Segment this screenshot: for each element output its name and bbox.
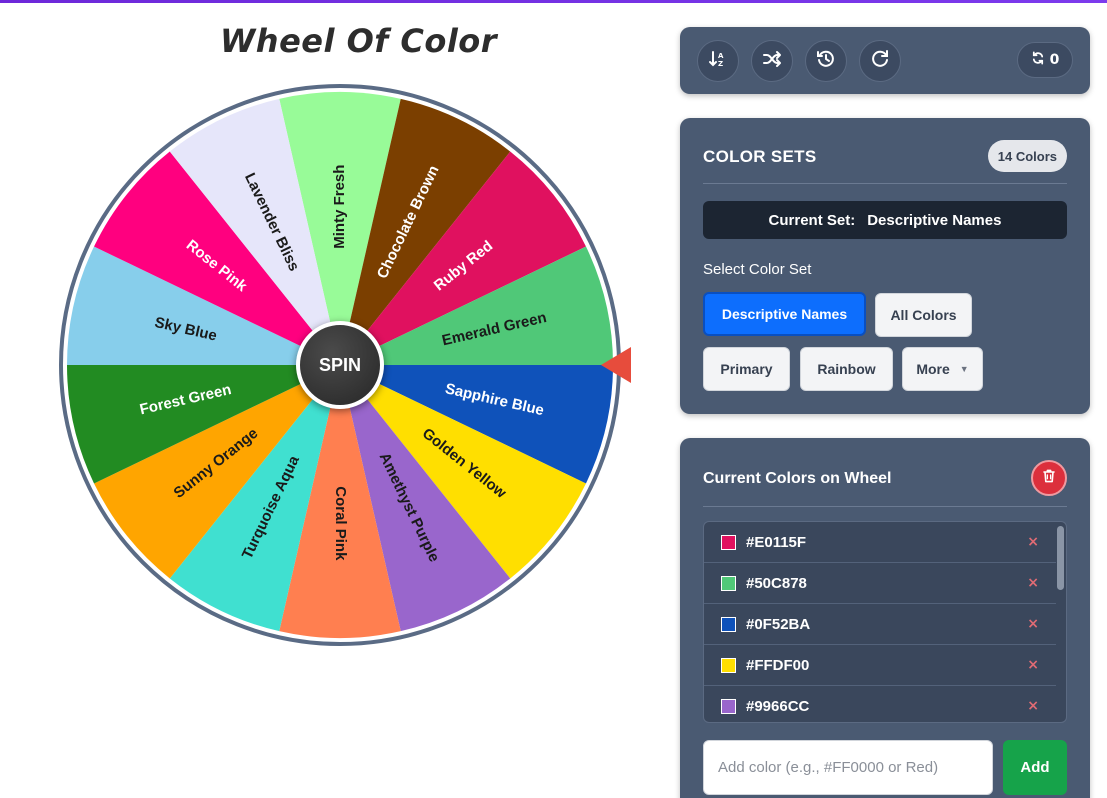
- list-item: #E0115F ×: [704, 522, 1056, 563]
- spin-counter: 0: [1017, 42, 1073, 78]
- toolbar-panel: AZ 0: [680, 27, 1090, 94]
- divider: [703, 506, 1067, 507]
- remove-color-button[interactable]: ×: [1027, 616, 1039, 632]
- list-item: #0F52BA ×: [704, 604, 1056, 645]
- wheel-segment-label: Minty Fresh: [331, 165, 348, 249]
- current-colors-title: Current Colors on Wheel: [703, 470, 892, 487]
- color-swatch: [721, 657, 736, 673]
- trash-icon: [1041, 468, 1057, 488]
- redo-button[interactable]: [859, 40, 901, 82]
- remove-color-button[interactable]: ×: [1027, 657, 1039, 673]
- spin-button[interactable]: SPIN: [296, 321, 384, 409]
- current-set-value: Descriptive Names: [867, 211, 1002, 229]
- list-item: #FFDF00 ×: [704, 645, 1056, 686]
- svg-text:A: A: [718, 52, 724, 60]
- select-color-set-label: Select Color Set: [703, 261, 812, 278]
- more-label: More: [916, 361, 950, 377]
- color-hex: #9966CC: [746, 697, 810, 715]
- history-button[interactable]: [805, 40, 847, 82]
- wheel-segment-label: Coral Pink: [332, 486, 349, 561]
- svg-text:Z: Z: [718, 60, 723, 68]
- color-hex: #FFDF00: [746, 656, 810, 674]
- list-scrollbar[interactable]: [1057, 526, 1064, 590]
- color-hex: #E0115F: [746, 533, 807, 551]
- current-set-banner: Current Set: Descriptive Names: [703, 201, 1067, 239]
- color-count-badge: 14 Colors: [987, 140, 1067, 172]
- set-button-all-colors[interactable]: All Colors: [875, 293, 972, 337]
- color-swatch: [721, 575, 736, 591]
- refresh-icon: [1031, 51, 1045, 69]
- top-accent-bar: [0, 0, 1107, 3]
- list-item: #50C878 ×: [704, 563, 1056, 604]
- color-sets-panel: COLOR SETS 14 Colors Current Set: Descri…: [680, 118, 1090, 414]
- color-hex: #0F52BA: [746, 615, 811, 633]
- current-colors-panel: Current Colors on Wheel #E0115F × #50C87…: [680, 438, 1090, 798]
- clear-colors-button[interactable]: [1031, 460, 1067, 496]
- color-hex: #50C878: [746, 574, 807, 592]
- remove-color-button[interactable]: ×: [1027, 534, 1039, 550]
- color-swatch: [721, 698, 736, 714]
- remove-color-button[interactable]: ×: [1027, 698, 1039, 714]
- set-button-rainbow[interactable]: Rainbow: [800, 347, 893, 391]
- redo-icon: [870, 49, 890, 73]
- page-title: Wheel Of Color: [220, 22, 498, 60]
- set-dropdown-more[interactable]: More ▼: [902, 347, 983, 391]
- set-button-descriptive[interactable]: Descriptive Names: [703, 292, 866, 336]
- spin-count-value: 0: [1049, 52, 1060, 68]
- remove-color-button[interactable]: ×: [1027, 575, 1039, 591]
- list-item: #9966CC ×: [704, 686, 1056, 722]
- color-swatch: [721, 616, 736, 632]
- color-list[interactable]: #E0115F × #50C878 × #0F52BA × #FFDF00 × …: [703, 521, 1067, 723]
- sort-button[interactable]: AZ: [697, 40, 739, 82]
- history-icon: [816, 49, 836, 73]
- current-set-label: Current Set:: [768, 211, 856, 229]
- color-sets-title: COLOR SETS: [703, 147, 817, 166]
- chevron-down-icon: ▼: [959, 364, 969, 374]
- add-color-button[interactable]: Add: [1003, 740, 1067, 795]
- add-color-input[interactable]: [703, 740, 993, 795]
- set-button-primary[interactable]: Primary: [703, 347, 790, 391]
- divider: [703, 183, 1067, 184]
- sort-icon: AZ: [708, 49, 728, 73]
- shuffle-button[interactable]: [751, 40, 793, 82]
- shuffle-icon: [762, 49, 782, 73]
- color-swatch: [721, 534, 736, 550]
